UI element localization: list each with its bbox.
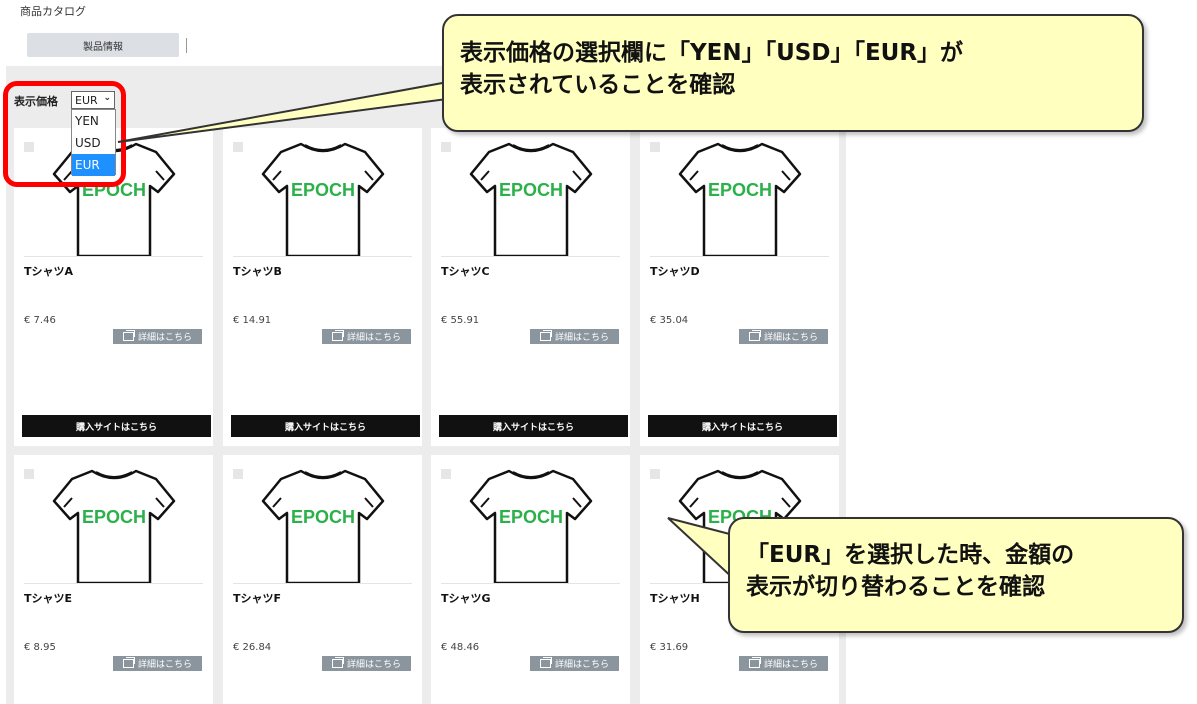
- callout-1-line-2: 表示されていることを確認: [460, 72, 736, 98]
- callout-1-line-1: 表示価格の選択欄に「YEN」「USD」「EUR」が: [460, 40, 964, 66]
- callout-2-line-2: 表示が切り替わることを確認: [746, 574, 1045, 600]
- callout-1-pointer: [117, 76, 471, 143]
- screen: 商品カタログ 製品情報 EPOCH TシャツA € 7.46 詳細はこちら 購入サイトは…: [0, 0, 1197, 704]
- callout-currency-options: 表示価格の選択欄に「YEN」「USD」「EUR」が 表示されていることを確認: [442, 14, 1144, 132]
- callout-2-line-1: 「EUR」を選択した時、金額の: [746, 542, 1075, 568]
- callout-price-switch: 「EUR」を選択した時、金額の 表示が切り替わることを確認: [728, 517, 1184, 633]
